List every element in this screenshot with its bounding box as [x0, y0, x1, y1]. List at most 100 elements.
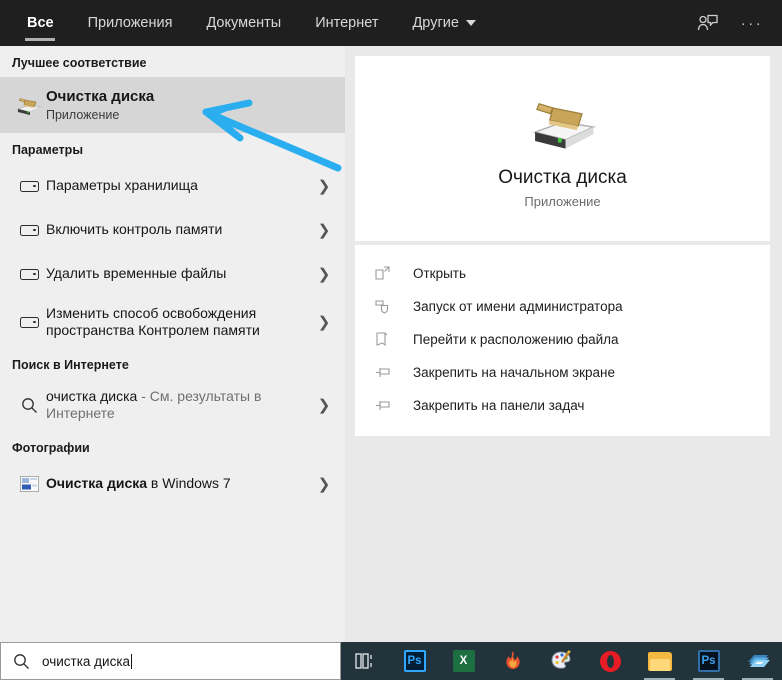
web-search-text: очистка диска - См. результаты в Интерне…	[46, 388, 313, 423]
tab-apps-label: Приложения	[87, 15, 173, 31]
result-settings-temp-files[interactable]: Удалить временные файлы ❯	[0, 252, 345, 296]
chevron-right-icon: ❯	[317, 314, 331, 331]
search-icon	[12, 397, 46, 414]
opera-icon	[600, 650, 621, 672]
action-open-file-location[interactable]: Перейти к расположению файла	[355, 323, 770, 356]
best-match-title: Очистка диска	[46, 87, 155, 105]
tab-active-underline	[25, 38, 56, 41]
search-input[interactable]: очистка диска	[0, 642, 341, 680]
flame-app-icon	[505, 651, 520, 669]
search-header: Все Приложения Документы Интернет Другие	[0, 0, 782, 46]
disk-cleanup-icon-glyph	[16, 98, 43, 115]
action-pin-to-taskbar[interactable]: Закрепить на панели задач	[355, 389, 770, 422]
best-match-subtitle: Приложение	[46, 108, 120, 123]
result-settings-free-space[interactable]: Изменить способ освобождения пространств…	[0, 296, 345, 348]
pin-icon	[375, 366, 413, 379]
photo-item-label: Очистка диска в Windows 7	[46, 475, 313, 493]
result-best-match[interactable]: Очистка диска Приложение	[0, 77, 345, 133]
disk-cleanup-icon	[531, 102, 596, 149]
action-run-as-admin[interactable]: Запуск от имени администратора	[355, 290, 770, 323]
photo-item-strong: Очистка диска	[46, 475, 148, 492]
taskbar-task-view[interactable]	[341, 642, 390, 680]
task-view-icon	[354, 653, 372, 669]
taskbar: Ps X Ps	[341, 642, 782, 680]
taskbar-file-explorer[interactable]	[635, 642, 684, 680]
tab-all-label: Все	[27, 15, 54, 31]
tab-documents[interactable]: Документы	[189, 0, 298, 46]
search-flyout: Все Приложения Документы Интернет Другие	[0, 0, 782, 680]
photo-item-text: Очистка диска в Windows 7	[46, 475, 313, 493]
tab-more-label: Другие	[412, 15, 459, 31]
action-run-as-admin-label: Запуск от имени администратора	[413, 299, 623, 314]
shield-icon	[375, 299, 413, 314]
settings-storage-label: Параметры хранилища	[46, 177, 198, 194]
taskbar-opera[interactable]	[586, 642, 635, 680]
chevron-right-icon: ❯	[317, 397, 331, 414]
tab-all[interactable]: Все	[10, 0, 71, 46]
shield-glyph	[375, 300, 389, 314]
feedback-person-icon	[697, 14, 718, 31]
search-filter-tabs: Все Приложения Документы Интернет Другие	[0, 0, 493, 46]
tab-apps[interactable]: Приложения	[71, 0, 190, 46]
photoshop-dark-icon: Ps	[697, 650, 720, 672]
file-explorer-icon	[647, 651, 672, 671]
chevron-down-icon	[465, 20, 476, 26]
drive-icon	[12, 224, 46, 236]
pin-glyph	[376, 401, 390, 410]
photos-heading: Фотографии	[12, 441, 90, 455]
drive-icon	[12, 316, 46, 328]
taskbar-windows-layers[interactable]	[733, 642, 782, 680]
photo-item-rest: в Windows 7	[147, 475, 231, 492]
settings-temp-files-label: Удалить временные файлы	[46, 265, 227, 282]
taskbar-flame-app[interactable]	[488, 642, 537, 680]
header-actions: ···	[686, 0, 774, 46]
tab-documents-label: Документы	[206, 15, 282, 31]
settings-heading: Параметры	[12, 143, 83, 157]
taskbar-photoshop-dark[interactable]: Ps	[684, 642, 733, 680]
text-cursor	[131, 653, 133, 669]
photoshop-icon: Ps	[403, 650, 426, 672]
results-list: Лучшее соответствие Очистка диска Прилож…	[0, 46, 345, 642]
tab-more[interactable]: Другие	[395, 0, 492, 46]
chevron-right-icon: ❯	[317, 178, 331, 195]
settings-storage-sense-text: Включить контроль памяти	[46, 221, 313, 239]
tab-web-label: Интернет	[315, 15, 379, 31]
app-actions-card: Открыть Запуск от имени администратора П…	[355, 245, 770, 436]
action-open-label: Открыть	[413, 266, 467, 281]
open-external-icon	[375, 266, 413, 281]
best-match-text: Очистка диска Приложение	[46, 88, 335, 123]
action-open[interactable]: Открыть	[355, 257, 770, 290]
paint-icon	[550, 650, 571, 669]
web-search-heading: Поиск в Интернете	[12, 358, 129, 372]
settings-temp-files-text: Удалить временные файлы	[46, 265, 313, 283]
search-icon-glyph	[21, 397, 37, 413]
taskbar-photoshop[interactable]: Ps	[390, 642, 439, 680]
result-web-search[interactable]: очистка диска - См. результаты в Интерне…	[0, 379, 345, 431]
drive-icon	[12, 180, 46, 192]
more-options-button[interactable]: ···	[730, 3, 774, 43]
preview-pane: Очистка диска Приложение Открыть Запуск …	[345, 46, 782, 642]
excel-icon: X	[452, 650, 475, 672]
pin-glyph	[376, 368, 390, 377]
result-settings-storage-sense[interactable]: Включить контроль памяти ❯	[0, 208, 345, 252]
chevron-right-icon: ❯	[317, 222, 331, 239]
settings-free-space-label: Изменить способ освобождения пространств…	[46, 304, 260, 339]
action-pin-to-start-label: Закрепить на начальном экране	[413, 365, 616, 380]
preview-app-name: Очистка диска	[498, 166, 627, 188]
app-preview-card: Очистка диска Приложение	[355, 56, 770, 241]
folder-glyph	[376, 332, 388, 347]
photo-thumbnail-icon	[12, 476, 46, 492]
taskbar-excel[interactable]: X	[439, 642, 488, 680]
search-input-value: очистка диска	[42, 653, 131, 669]
action-open-file-location-label: Перейти к расположению файла	[413, 332, 619, 347]
tab-web[interactable]: Интернет	[298, 0, 395, 46]
action-pin-to-start[interactable]: Закрепить на начальном экране	[355, 356, 770, 389]
photo-thumbnail-glyph	[19, 476, 39, 492]
settings-free-space-text: Изменить способ освобождения пространств…	[46, 305, 313, 340]
taskbar-paint[interactable]	[537, 642, 586, 680]
web-search-query: очистка диска	[46, 387, 138, 404]
result-photo-item[interactable]: Очистка диска в Windows 7 ❯	[0, 462, 345, 506]
chevron-right-icon: ❯	[317, 266, 331, 283]
result-settings-storage[interactable]: Параметры хранилища ❯	[0, 164, 345, 208]
feedback-button[interactable]	[686, 3, 730, 43]
